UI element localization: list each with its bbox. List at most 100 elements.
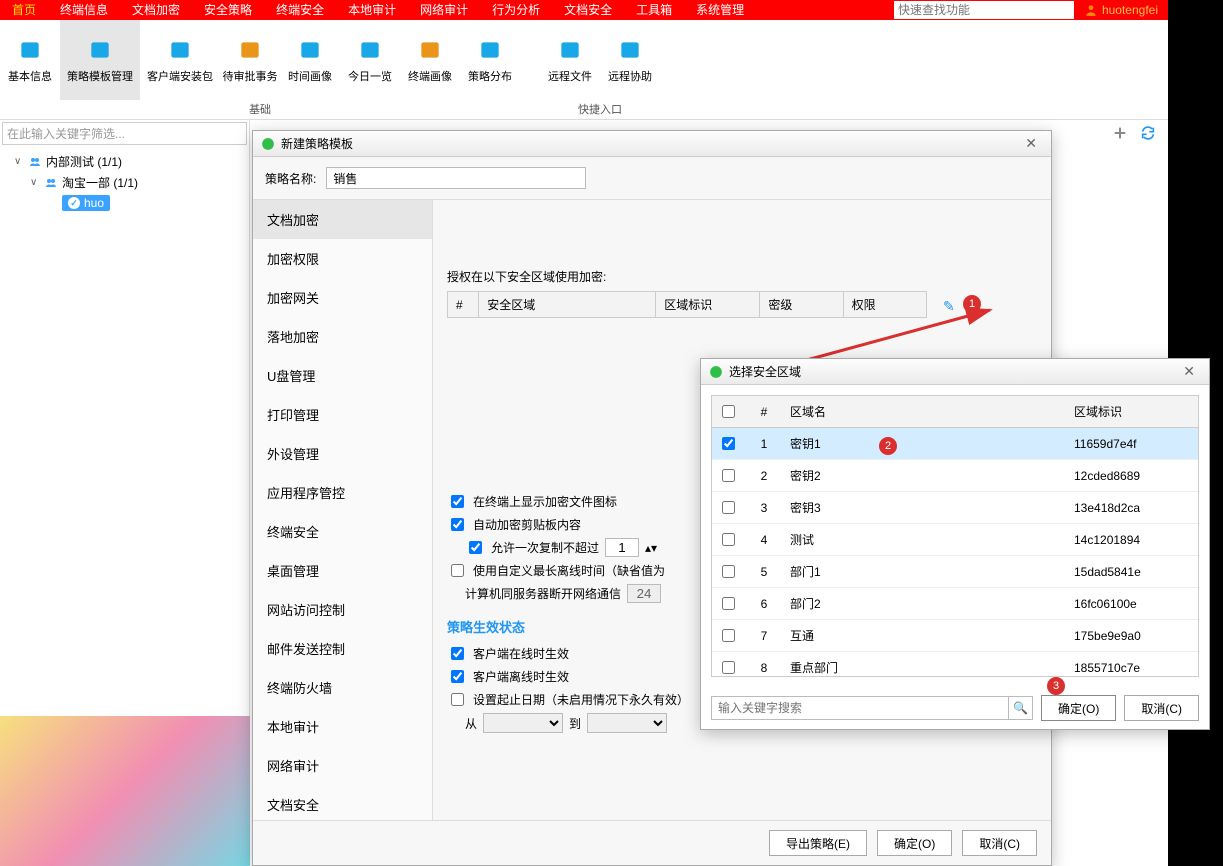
category-item[interactable]: 落地加密 (253, 317, 432, 356)
close-icon[interactable]: ✕ (1019, 135, 1043, 152)
ribbon-btn[interactable]: 远程文件 (540, 20, 600, 100)
tree-root[interactable]: ∨ 内部测试 (1/1) (0, 151, 249, 172)
menu-home[interactable]: 首页 (0, 0, 48, 20)
category-item[interactable]: 文档安全 (253, 785, 432, 820)
tree-filter[interactable]: 在此输入关键字筛选... (2, 122, 247, 145)
row-checkbox[interactable] (722, 501, 735, 514)
row-checkbox[interactable] (722, 533, 735, 546)
menu-secpol[interactable]: 安全策略 (192, 0, 264, 20)
ribbon-group2-label: 快捷入口 (540, 100, 660, 120)
category-item[interactable]: 本地审计 (253, 707, 432, 746)
edit-icon[interactable]: ✎ (943, 298, 955, 315)
col-perm[interactable]: 权限 (843, 292, 926, 318)
row-name: 测试 (784, 524, 1068, 556)
table-row[interactable]: 2 密钥2 12cded8689 (712, 460, 1198, 492)
modal1-title: 新建策略模板 (281, 135, 353, 152)
category-item[interactable]: 终端防火墙 (253, 668, 432, 707)
spinner-icon[interactable]: ▴▾ (645, 541, 657, 555)
copy-limit-input[interactable] (605, 538, 639, 557)
col-num[interactable]: # (744, 396, 784, 428)
category-item[interactable]: 文档加密 (253, 200, 432, 239)
menu-localaudit[interactable]: 本地审计 (336, 0, 408, 20)
row-num: 5 (744, 556, 784, 588)
menu-termsec[interactable]: 终端安全 (264, 0, 336, 20)
table-row[interactable]: 1 密钥1 11659d7e4f (712, 428, 1198, 460)
table-row[interactable]: 5 部门1 15dad5841e (712, 556, 1198, 588)
ribbon-btn[interactable]: 策略分布 (460, 20, 520, 100)
ribbon-icon (354, 36, 386, 64)
menu-toolbox[interactable]: 工具箱 (624, 0, 684, 20)
ribbon-btn[interactable]: 终端画像 (400, 20, 460, 100)
table-row[interactable]: 6 部门2 16fc06100e (712, 588, 1198, 620)
category-item[interactable]: 打印管理 (253, 395, 432, 434)
table-row[interactable]: 8 重点部门 1855710c7e (712, 652, 1198, 678)
category-item[interactable]: U盘管理 (253, 356, 432, 395)
category-item[interactable]: 网络审计 (253, 746, 432, 785)
select-all-checkbox[interactable] (722, 405, 735, 418)
category-item[interactable]: 应用程序管控 (253, 473, 432, 512)
menu-docsec[interactable]: 文档安全 (552, 0, 624, 20)
search-icon[interactable]: 🔍 (1009, 696, 1033, 720)
date-to[interactable] (587, 713, 667, 733)
row-checkbox[interactable] (722, 661, 735, 674)
table-row[interactable]: 7 互通 175be9e9a0 (712, 620, 1198, 652)
ribbon-btn[interactable]: 待审批事务 (220, 20, 280, 100)
menu-netaudit[interactable]: 网络审计 (408, 0, 480, 20)
ribbon-btn[interactable]: 基本信息 (0, 20, 60, 100)
menu-terminfo[interactable]: 终端信息 (48, 0, 120, 20)
close-icon[interactable]: ✕ (1177, 363, 1201, 380)
refresh-icon[interactable] (1140, 125, 1156, 141)
cancel-button[interactable]: 取消(C) (962, 830, 1037, 856)
ok-button[interactable]: 确定(O) (877, 830, 952, 856)
chevron-down-icon[interactable]: ∨ (30, 177, 40, 188)
row-id: 13e418d2ca (1068, 492, 1198, 524)
ribbon-btn[interactable]: 客户端安装包 (140, 20, 220, 100)
ok-button[interactable]: 确定(O) (1041, 695, 1116, 721)
col-check[interactable] (712, 396, 744, 428)
ribbon-btn[interactable]: 时间画像 (280, 20, 340, 100)
category-item[interactable]: 加密网关 (253, 278, 432, 317)
menu-behav[interactable]: 行为分析 (480, 0, 552, 20)
policy-name-label: 策略名称: (265, 170, 316, 187)
tree-child[interactable]: ∨ 淘宝一部 (1/1) (0, 172, 249, 193)
col-level[interactable]: 密级 (760, 292, 843, 318)
quick-search-input[interactable] (894, 1, 1074, 19)
ribbon-btn[interactable]: 远程协助 (600, 20, 660, 100)
row-num: 8 (744, 652, 784, 678)
table-row[interactable]: 3 密钥3 13e418d2ca (712, 492, 1198, 524)
row-checkbox[interactable] (722, 565, 735, 578)
ribbon-btn[interactable]: 策略模板管理 (60, 20, 140, 100)
menu-sysmgr[interactable]: 系统管理 (684, 0, 756, 20)
col-name[interactable]: 区域名 (784, 396, 1068, 428)
category-item[interactable]: 外设管理 (253, 434, 432, 473)
export-button[interactable]: 导出策略(E) (769, 830, 867, 856)
col-id[interactable]: 区域标识 (1068, 396, 1198, 428)
policy-name-input[interactable] (326, 167, 586, 189)
tree-leaf[interactable]: ✓huo (0, 193, 249, 213)
row-checkbox[interactable] (722, 597, 735, 610)
row-num: 2 (744, 460, 784, 492)
row-checkbox[interactable] (722, 437, 735, 450)
ribbon-label: 终端画像 (408, 68, 452, 84)
category-item[interactable]: 桌面管理 (253, 551, 432, 590)
category-item[interactable]: 网站访问控制 (253, 590, 432, 629)
row-checkbox[interactable] (722, 629, 735, 642)
date-from[interactable] (483, 713, 563, 733)
user-badge[interactable]: huotengfei (1074, 3, 1168, 17)
menu-docenc[interactable]: 文档加密 (120, 0, 192, 20)
table-row[interactable]: 4 测试 14c1201894 (712, 524, 1198, 556)
ribbon-icon (414, 36, 446, 64)
category-item[interactable]: 终端安全 (253, 512, 432, 551)
row-checkbox[interactable] (722, 469, 735, 482)
category-item[interactable]: 加密权限 (253, 239, 432, 278)
category-item[interactable]: 邮件发送控制 (253, 629, 432, 668)
chevron-down-icon[interactable]: ∨ (14, 156, 24, 167)
col-id[interactable]: 区域标识 (656, 292, 760, 318)
ribbon-btn[interactable]: 今日一览 (340, 20, 400, 100)
col-num[interactable]: # (448, 292, 479, 318)
row-num: 1 (744, 428, 784, 460)
zone-search-input[interactable] (711, 696, 1009, 720)
col-area[interactable]: 安全区域 (479, 292, 656, 318)
cancel-button[interactable]: 取消(C) (1124, 695, 1199, 721)
add-icon[interactable] (1112, 125, 1128, 141)
